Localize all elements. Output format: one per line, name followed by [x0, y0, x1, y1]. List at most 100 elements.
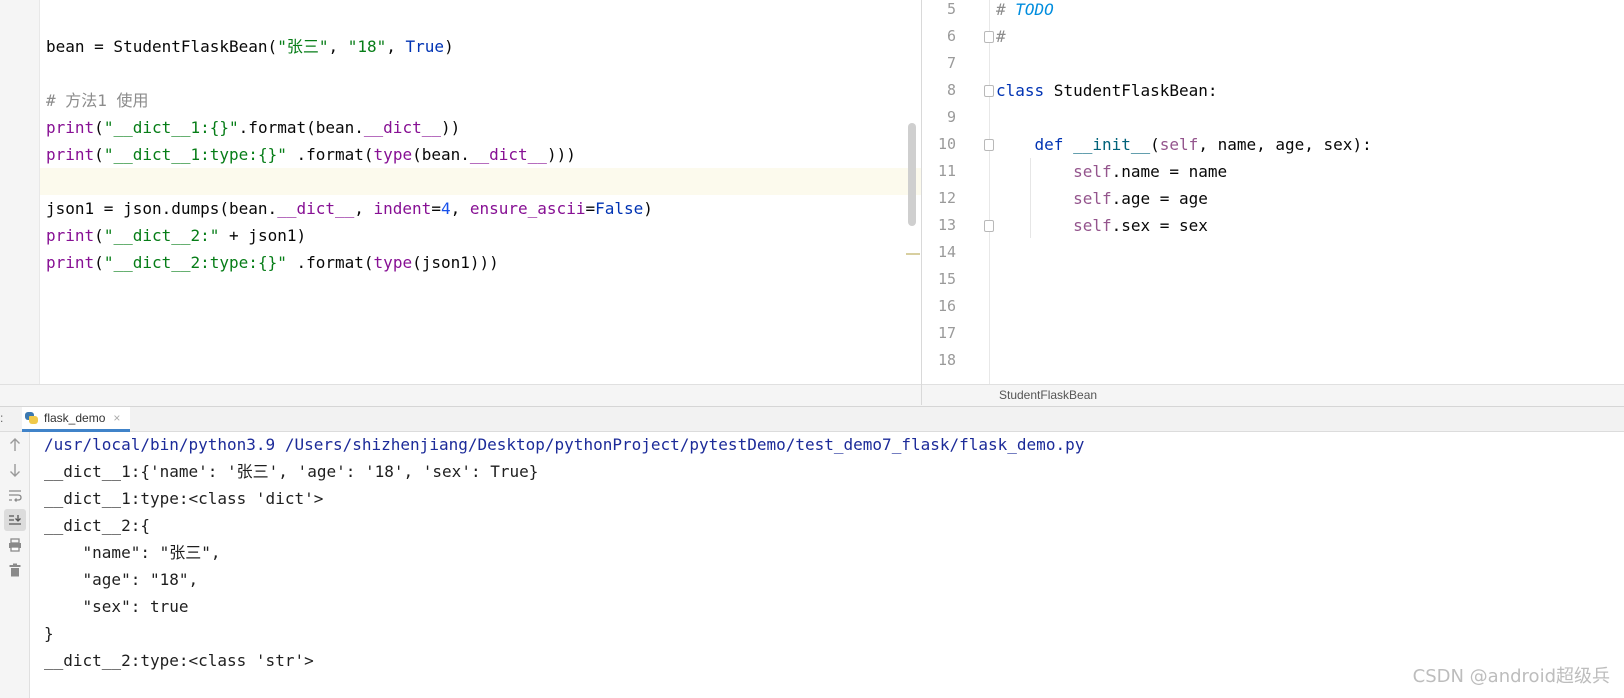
soft-wrap-icon[interactable] [4, 484, 26, 506]
line-number[interactable]: 10 [922, 131, 956, 158]
breadcrumb-item-class[interactable]: StudentFlaskBean [999, 388, 1097, 402]
code-token: __init__ [1073, 135, 1151, 154]
code-token: (json1))) [412, 253, 499, 272]
code-line[interactable]: print("__dict__2:" + json1) [40, 222, 922, 249]
code-token: 4 [440, 199, 451, 218]
code-token: type [373, 253, 413, 272]
code-line[interactable]: class StudentFlaskBean: [996, 77, 1624, 104]
code-line[interactable] [996, 50, 1624, 77]
code-line[interactable]: print("__dict__1:{}".format(bean.__dict_… [40, 114, 922, 141]
left-code-area[interactable]: bean = StudentFlaskBean("张三", "18", True… [40, 0, 922, 384]
run-console[interactable]: /usr/local/bin/python3.9 /Users/shizhenj… [0, 432, 1624, 698]
code-line[interactable]: def __init__(self, name, age, sex): [996, 131, 1624, 158]
line-number[interactable]: 18 [922, 347, 956, 374]
code-line[interactable]: # [996, 23, 1624, 50]
console-output-line: "name": "张三", [44, 543, 221, 562]
code-line[interactable]: print("__dict__1:type:{}" .format(type(b… [40, 141, 922, 168]
code-line[interactable]: bean = StudentFlaskBean("张三", "18", True… [40, 33, 922, 60]
code-token: print [46, 118, 95, 137]
code-token: type [373, 145, 413, 164]
code-token: print [46, 253, 95, 272]
scroll-to-end-icon[interactable] [4, 509, 26, 531]
code-token: )) [440, 118, 461, 137]
code-token: __dict__ [363, 118, 441, 137]
line-number[interactable]: 13 [922, 212, 956, 239]
code-token: ensure_ascii [469, 199, 586, 218]
code-line[interactable] [40, 60, 922, 87]
code-line[interactable]: json1 = json.dumps(bean.__dict__, indent… [40, 195, 922, 222]
code-token: ) [444, 37, 454, 56]
trash-icon[interactable] [4, 559, 26, 581]
code-token: TODO [1015, 0, 1054, 19]
code-line[interactable]: # 方法1 使用 [40, 87, 922, 114]
code-token: "__dict__1:{}" [103, 118, 239, 137]
code-line[interactable] [40, 168, 922, 195]
code-token: bean = StudentFlaskBean( [46, 37, 278, 56]
left-code-editor[interactable]: bean = StudentFlaskBean("张三", "18", True… [0, 0, 922, 384]
line-number[interactable]: 17 [922, 320, 956, 347]
console-output-line: __dict__1:type:<class 'dict'> [44, 489, 324, 508]
line-number[interactable]: 8 [922, 77, 956, 104]
code-token: indent [373, 199, 432, 218]
code-token: self [1073, 216, 1112, 235]
print-icon[interactable] [4, 534, 26, 556]
tab-bar-prefix: : [0, 411, 4, 425]
arrow-up-icon[interactable] [4, 434, 26, 456]
console-output-line: __dict__2:{ [44, 516, 150, 535]
fold-icon[interactable] [984, 31, 994, 43]
code-token: # [996, 0, 1016, 19]
line-number[interactable]: 16 [922, 293, 956, 320]
code-token: __dict__ [469, 145, 547, 164]
code-token: self [1159, 135, 1199, 154]
code-line[interactable]: self.age = age [996, 185, 1624, 212]
right-code-editor[interactable]: 5 6 7 8 9 10 11 12 13 14 15 16 17 18 # TODO # class Stu… [922, 0, 1624, 384]
line-number[interactable]: 5 [922, 0, 956, 23]
code-token: self [1073, 162, 1112, 181]
code-token: , [386, 37, 406, 56]
code-line[interactable]: # TODO [996, 0, 1624, 23]
code-token: .format( [286, 253, 374, 272]
console-command-line[interactable]: /usr/local/bin/python3.9 /Users/shizhenj… [44, 431, 1084, 458]
code-token: class [996, 81, 1045, 100]
right-code-area[interactable]: # TODO # class StudentFlaskBean: def __ini… [996, 0, 1624, 384]
line-number[interactable]: 6 [922, 23, 956, 50]
code-line[interactable]: print("__dict__2:type:{}" .format(type(j… [40, 249, 922, 276]
console-output-line: } [44, 624, 54, 643]
code-token: "__dict__1:type:{}" [103, 145, 287, 164]
console-toolbar [0, 432, 30, 698]
code-token: "__dict__2:type:{}" [103, 253, 287, 272]
code-line[interactable]: self.name = name [996, 158, 1624, 185]
warning-marker [906, 253, 920, 255]
code-token: , name, age, sex): [1198, 135, 1372, 154]
code-line[interactable] [996, 104, 1624, 131]
close-icon[interactable]: × [113, 411, 120, 425]
line-number[interactable]: 11 [922, 158, 956, 185]
fold-icon[interactable] [984, 220, 994, 232]
line-number[interactable]: 9 [922, 104, 956, 131]
line-number[interactable]: 12 [922, 185, 956, 212]
fold-icon[interactable] [984, 139, 994, 151]
line-number[interactable]: 15 [922, 266, 956, 293]
left-editor-scrollbar[interactable] [908, 123, 916, 226]
code-token: (bean. [412, 145, 470, 164]
left-editor-status-strip [0, 384, 922, 406]
console-output-line: __dict__1:{'name': '张三', 'age': '18', 's… [44, 462, 539, 481]
line-number[interactable]: 7 [922, 50, 956, 77]
console-output-line: __dict__2:type:<class 'str'> [44, 651, 314, 670]
code-token: # 方法1 使用 [46, 91, 149, 110]
code-token: # [996, 27, 1006, 46]
tab-flask-demo[interactable]: flask_demo × [22, 407, 131, 432]
watermark: CSDN @android超级兵 [1412, 666, 1610, 687]
line-number[interactable]: 14 [922, 239, 956, 266]
arrow-down-icon[interactable] [4, 459, 26, 481]
fold-icon[interactable] [984, 85, 994, 97]
code-token: ( [94, 226, 104, 245]
code-line[interactable]: self.sex = sex [996, 212, 1624, 239]
python-icon [24, 411, 38, 425]
code-token: def [1034, 135, 1064, 154]
